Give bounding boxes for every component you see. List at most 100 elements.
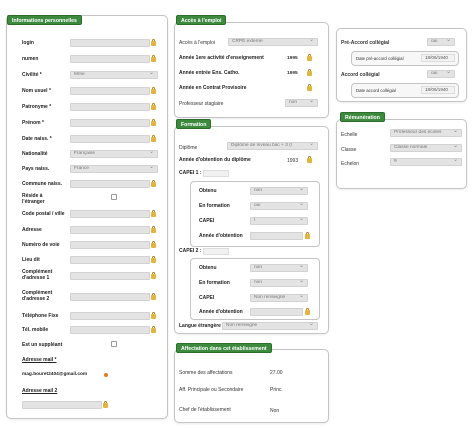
c1-capei-select[interactable]: I bbox=[250, 217, 308, 225]
annee-diplome-value: 1993 bbox=[287, 158, 299, 164]
somme-value: 27.00 bbox=[270, 370, 283, 376]
c2-obtenu-label: Obtenu bbox=[199, 265, 217, 271]
lock-icon bbox=[151, 135, 156, 142]
status-dot-icon bbox=[104, 373, 108, 377]
nom-usuel-label: Nom usuel * bbox=[22, 88, 51, 94]
lock-icon bbox=[151, 87, 156, 94]
annee-ens-value: 1995 bbox=[287, 56, 298, 61]
patronyme-label: Patronyme * bbox=[22, 104, 52, 110]
date-accord-input[interactable]: 18/06/1940 bbox=[421, 86, 455, 94]
langue-select[interactable]: Non renseigné bbox=[222, 322, 318, 330]
lock-icon bbox=[151, 256, 156, 263]
lieu-dit-input[interactable] bbox=[70, 256, 150, 264]
c2-formation-label: En formation bbox=[199, 280, 230, 286]
lock-icon bbox=[151, 226, 156, 233]
c1-formation-label: En formation bbox=[199, 203, 230, 209]
classe-select[interactable]: Classe normale bbox=[390, 144, 462, 152]
pre-accord-label: Pré-Accord collégial bbox=[341, 40, 390, 46]
diplome-label: Diplôme bbox=[179, 145, 198, 151]
remuneration-title: Rémunération bbox=[340, 112, 385, 122]
adresse-label: Adresse bbox=[22, 227, 42, 233]
classe-label: Classe bbox=[341, 147, 357, 153]
suppleant-checkbox[interactable] bbox=[111, 341, 117, 347]
numen-input[interactable] bbox=[70, 55, 150, 63]
login-input[interactable] bbox=[70, 39, 150, 47]
aff-principale-value: Princ. bbox=[270, 387, 283, 393]
adresse-mail-label: Adresse mail * bbox=[22, 357, 57, 363]
accord-label: Accord collégial bbox=[341, 72, 380, 78]
pre-accord-select[interactable]: oui bbox=[427, 38, 455, 46]
pays-naiss-label: Pays naiss. bbox=[22, 166, 50, 172]
numen-label: numen bbox=[22, 56, 39, 62]
email-value[interactable]: mag.bouret2404@gmail.com bbox=[22, 372, 87, 377]
tel-fixe-input[interactable] bbox=[70, 312, 150, 320]
stagiaire-select[interactable]: non bbox=[285, 99, 318, 107]
capei1-label: CAPEI 1 : bbox=[179, 170, 202, 176]
echelon-label: Echelon bbox=[341, 161, 360, 167]
acces-select[interactable]: CRPE externe bbox=[228, 38, 318, 46]
c2-annee-label: Année d'obtention bbox=[199, 309, 243, 315]
prenom-input[interactable] bbox=[70, 119, 150, 127]
stagiaire-label: Professeur stagiaire bbox=[179, 101, 224, 107]
code-postal-input[interactable] bbox=[70, 210, 150, 218]
annee-catho-label: Année entrée Ens. Catho. bbox=[179, 70, 240, 76]
acces-label: Accès à l'emploi bbox=[179, 40, 215, 46]
reside-checkbox[interactable] bbox=[111, 194, 117, 200]
tel-mobile-label: Tél. mobile bbox=[22, 327, 49, 333]
c1-annee-input[interactable] bbox=[250, 232, 303, 240]
lock-icon bbox=[307, 84, 312, 91]
commune-label: Commune naiss. bbox=[22, 181, 63, 187]
echelle-select[interactable]: Professeur des écoles bbox=[390, 129, 462, 137]
annee-catho-value: 1995 bbox=[287, 71, 298, 76]
civilite-select[interactable]: Mme bbox=[70, 71, 158, 79]
lock-icon bbox=[151, 119, 156, 126]
adresse-mail2-label: Adresse mail 2 bbox=[22, 388, 58, 394]
tel-mobile-input[interactable] bbox=[70, 326, 150, 334]
code-postal-label: Code postal / ville bbox=[22, 211, 65, 217]
personal-info-title: Informations personnelles bbox=[7, 15, 82, 25]
accord-select[interactable]: oui bbox=[427, 70, 455, 78]
c1-obtenu-label: Obtenu bbox=[199, 188, 217, 194]
email2-input[interactable] bbox=[22, 401, 102, 409]
lock-icon bbox=[305, 308, 310, 315]
adresse-input[interactable] bbox=[70, 226, 150, 234]
suppleant-label: Est un suppléant bbox=[22, 342, 63, 348]
prenom-label: Prénom * bbox=[22, 120, 44, 126]
c2-capei-select[interactable]: Non renseigné bbox=[250, 294, 308, 302]
reside-label: Réside à l'étranger bbox=[22, 193, 45, 205]
lock-icon bbox=[151, 241, 156, 248]
civilite-label: Civilité * bbox=[22, 72, 42, 78]
complement1-input[interactable] bbox=[70, 272, 150, 280]
numero-voie-input[interactable] bbox=[70, 241, 150, 249]
lock-icon bbox=[151, 39, 156, 46]
c1-obtenu-select[interactable]: non bbox=[250, 187, 308, 195]
commune-input[interactable] bbox=[70, 180, 150, 188]
c1-capei-label: CAPEI bbox=[199, 218, 215, 224]
nationalite-label: Nationalité bbox=[22, 151, 48, 157]
lock-icon bbox=[307, 156, 312, 163]
pays-naiss-select[interactable]: France bbox=[70, 165, 158, 173]
nom-usuel-input[interactable] bbox=[70, 87, 150, 95]
chef-value: Non bbox=[270, 408, 280, 414]
emploi-title: Accès à l'emploi bbox=[176, 15, 227, 25]
complement2-input[interactable] bbox=[70, 293, 150, 301]
lock-icon bbox=[307, 69, 312, 76]
lock-icon bbox=[151, 180, 156, 187]
date-pre-label: Date pré-accord collégial bbox=[356, 56, 404, 61]
somme-label: Somme des affectations bbox=[179, 370, 233, 376]
c2-formation-select[interactable]: non bbox=[250, 279, 308, 287]
annee-diplome-label: Année d'obtention du diplôme bbox=[179, 157, 251, 163]
diplome-select[interactable]: Diplôme de niveau bac + 3 (l bbox=[227, 142, 318, 150]
date-pre-input[interactable]: 18/06/1940 bbox=[421, 54, 455, 62]
lock-icon bbox=[151, 272, 156, 279]
c1-formation-select[interactable]: oui bbox=[250, 202, 308, 210]
affectation-title: Affectation dans cet établissement bbox=[176, 343, 272, 353]
c2-obtenu-select[interactable]: non bbox=[250, 264, 308, 272]
nationalite-select[interactable]: Française bbox=[70, 150, 158, 158]
patronyme-input[interactable] bbox=[70, 103, 150, 111]
date-naiss-input[interactable] bbox=[70, 135, 150, 143]
c2-capei-label: CAPEI bbox=[199, 295, 215, 301]
echelon-select[interactable]: 9 bbox=[390, 158, 462, 166]
c1-annee-label: Année d'obtention bbox=[199, 233, 243, 239]
c2-annee-input[interactable] bbox=[250, 308, 303, 316]
